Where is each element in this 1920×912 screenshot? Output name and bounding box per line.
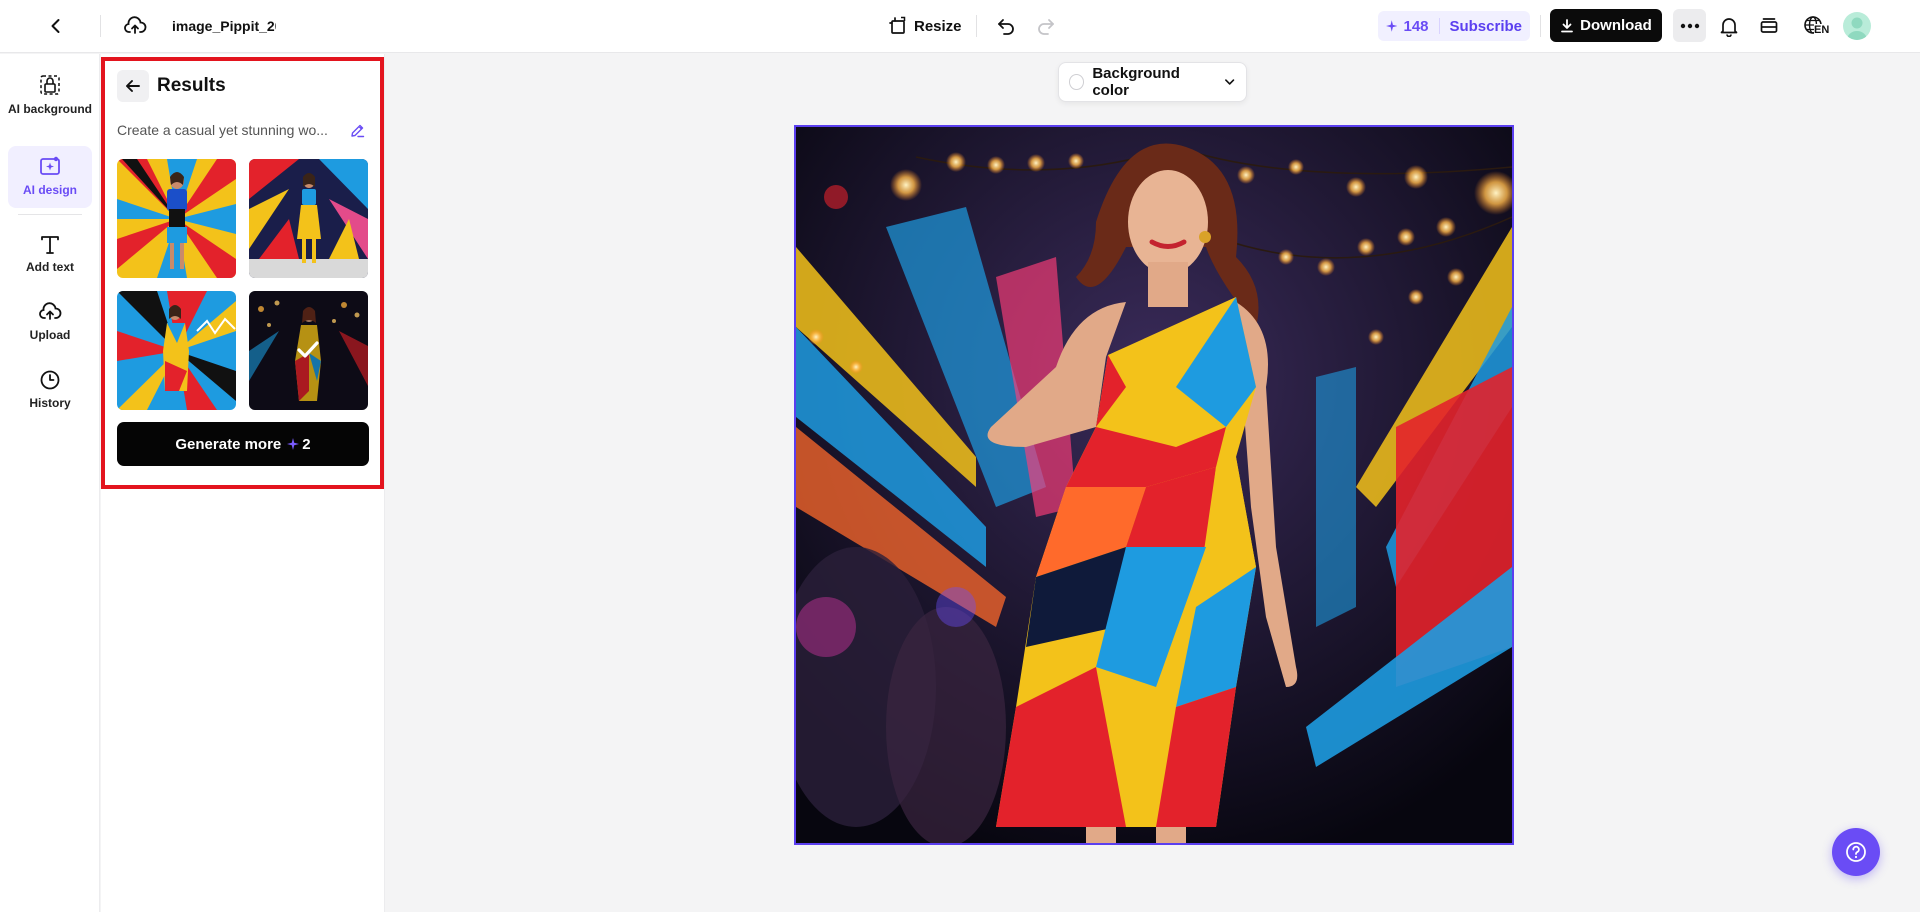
rail-label: AI background — [8, 102, 93, 116]
divider — [1438, 18, 1440, 34]
rail-item-add-text[interactable]: Add text — [8, 226, 92, 280]
text-icon — [41, 236, 59, 254]
language-code: EN — [1814, 24, 1830, 36]
redo-button[interactable] — [1030, 10, 1062, 42]
notifications-button[interactable] — [1713, 10, 1745, 42]
bell-icon — [1720, 18, 1738, 37]
fashion-photo — [796, 127, 1512, 843]
ai-design-icon — [40, 156, 60, 175]
download-label: Download — [1580, 17, 1652, 34]
results-back-button[interactable] — [117, 70, 149, 102]
cloud-upload-button[interactable] — [119, 10, 151, 42]
more-horizontal-icon — [1680, 23, 1699, 28]
top-bar: image_Pippit_20 Resize 148 Subscribe Dow… — [0, 0, 1920, 53]
subscribe-link[interactable]: Subscribe — [1449, 18, 1522, 35]
chevron-left-icon — [51, 19, 60, 33]
sparkle-icon — [287, 438, 300, 450]
result-thumbnail-2[interactable] — [249, 159, 368, 278]
file-name[interactable]: image_Pippit_20 — [172, 16, 276, 36]
divider — [100, 15, 101, 37]
clock-icon — [40, 370, 60, 390]
resize-button[interactable]: Resize — [884, 10, 966, 42]
rail-label: Upload — [29, 328, 71, 342]
user-icon — [1847, 17, 1867, 40]
redo-icon — [1038, 19, 1054, 35]
ai-background-icon — [40, 75, 60, 95]
back-arrow-button[interactable] — [40, 10, 72, 42]
rail-item-ai-design[interactable]: AI design — [8, 146, 92, 208]
color-swatch — [1069, 74, 1085, 90]
resize-icon — [889, 16, 906, 34]
undo-icon — [998, 19, 1014, 35]
result-thumbnail-4-selected[interactable] — [249, 291, 368, 410]
result-thumbnail-3[interactable] — [117, 291, 236, 410]
credits-badge[interactable]: 148 Subscribe — [1378, 11, 1530, 41]
more-options-button[interactable] — [1673, 9, 1706, 42]
download-button[interactable]: Download — [1550, 9, 1662, 42]
cloud-upload-icon — [124, 16, 147, 34]
rail-item-upload[interactable]: Upload — [8, 294, 92, 348]
divider — [18, 214, 82, 215]
edit-prompt-button[interactable] — [348, 121, 366, 139]
result-image — [249, 159, 368, 278]
sparkle-icon — [1386, 20, 1398, 32]
result-thumbnail-1[interactable] — [117, 159, 236, 278]
undo-button[interactable] — [990, 10, 1022, 42]
background-color-dropdown[interactable]: Background color — [1058, 62, 1247, 102]
check-icon — [293, 335, 323, 365]
generate-cost: 2 — [302, 435, 311, 453]
generate-more-button[interactable]: Generate more 2 — [117, 422, 369, 466]
language-button[interactable]: EN — [1796, 10, 1832, 42]
divider — [976, 15, 977, 37]
background-color-label: Background color — [1092, 65, 1180, 99]
prompt-text: Create a casual yet stunning wo... — [117, 122, 328, 138]
left-toolbar: AI background AI design Add text Upload … — [0, 54, 100, 912]
result-image — [117, 159, 236, 278]
stack-icon — [1760, 18, 1778, 33]
upload-icon — [39, 302, 62, 320]
rail-item-ai-background[interactable]: AI background — [8, 66, 92, 122]
chevron-down-icon — [1224, 79, 1234, 85]
resize-label: Resize — [914, 17, 962, 35]
panel-title: Results — [157, 75, 226, 96]
canvas-artboard[interactable] — [794, 125, 1514, 845]
generate-label: Generate more — [175, 435, 282, 453]
rail-label: AI design — [22, 183, 77, 197]
credits-count: 148 — [1403, 17, 1429, 35]
rail-label: Add text — [26, 260, 74, 274]
divider — [1540, 15, 1541, 37]
arrow-left-icon — [126, 80, 140, 92]
rail-item-history[interactable]: History — [8, 362, 92, 416]
layers-button[interactable] — [1753, 10, 1785, 42]
help-button[interactable] — [1832, 828, 1880, 876]
download-icon — [1561, 18, 1574, 32]
user-avatar[interactable] — [1843, 12, 1871, 40]
pencil-icon — [350, 124, 364, 137]
question-icon — [1846, 842, 1866, 862]
result-image — [117, 291, 236, 410]
rail-label: History — [29, 396, 71, 410]
